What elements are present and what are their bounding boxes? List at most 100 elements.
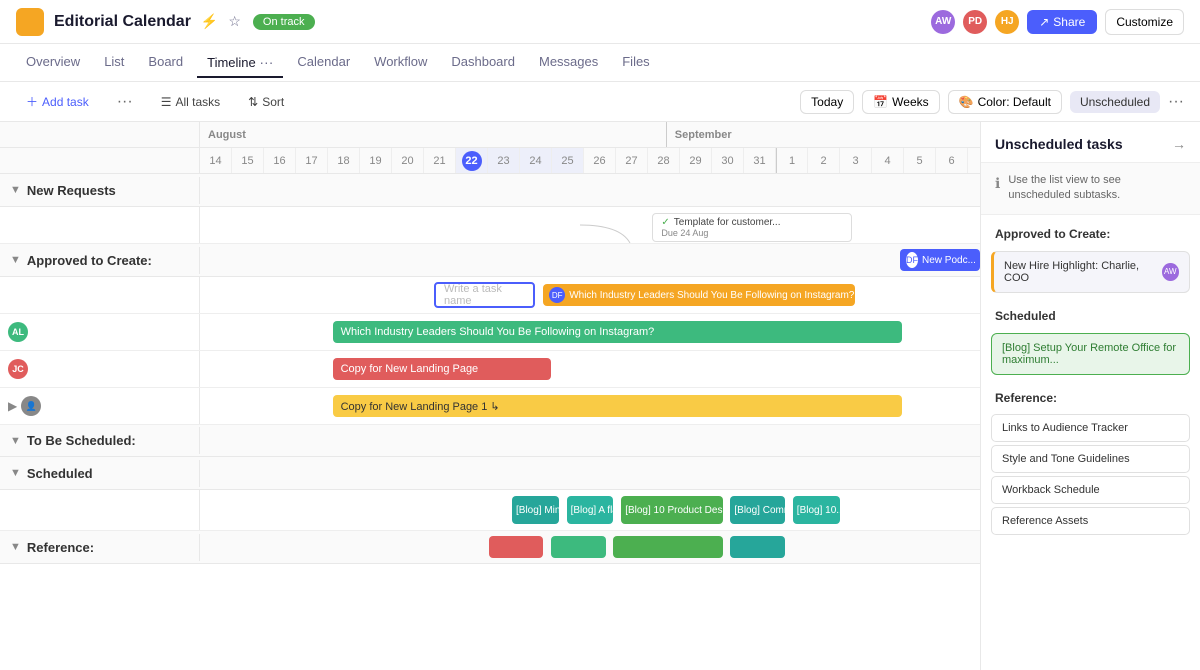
jc-avatar-label: JC xyxy=(8,359,28,379)
right-panel: Unscheduled tasks → ℹ Use the list view … xyxy=(980,122,1200,670)
new-hire-card-text: New Hire Highlight: Charlie, COO xyxy=(1004,260,1162,284)
new-podcast-bar[interactable]: DF New Podc... xyxy=(900,249,980,271)
day-cell-3: 3 xyxy=(840,148,872,173)
ref-bar-3 xyxy=(613,536,722,558)
nav-tabs: Overview List Board Timeline ··· Calenda… xyxy=(0,44,1200,82)
check-icon: ✓ xyxy=(661,217,669,228)
avatar-hj[interactable]: HJ xyxy=(995,10,1019,34)
to-be-scheduled-label: To Be Scheduled: xyxy=(27,433,136,448)
section-scheduled: ▼ Scheduled xyxy=(0,457,980,490)
panel-approved-card-1[interactable]: New Hire Highlight: Charlie, COO AW xyxy=(991,251,1190,293)
timeline-dots: ··· xyxy=(259,54,273,70)
panel-ref-style[interactable]: Style and Tone Guidelines xyxy=(991,445,1190,473)
template-canvas: ✓ Template for customer... Due 24 Aug xyxy=(200,207,980,243)
tab-messages[interactable]: Messages xyxy=(529,48,608,77)
instagram-task-green[interactable]: Which Industry Leaders Should You Be Fol… xyxy=(333,321,902,343)
blog-10-bar[interactable]: [Blog] 10... xyxy=(793,496,840,524)
chevron-scheduled[interactable]: ▼ xyxy=(10,467,21,479)
share-button[interactable]: ↗ Share xyxy=(1027,10,1097,34)
scheduled-tasks-row: [Blog] Mindf... [Blog] A flat... [Blog] … xyxy=(0,490,980,531)
calendar-icon: 📅 xyxy=(873,95,888,109)
show-options-icon[interactable]: ⚡ xyxy=(199,11,220,32)
unscheduled-button[interactable]: Unscheduled xyxy=(1070,91,1160,113)
panel-arrow-icon[interactable]: → xyxy=(1172,136,1186,152)
write-task-input[interactable]: Write a task name xyxy=(434,282,535,308)
day-cell-4: 4 xyxy=(872,148,904,173)
chevron-approved[interactable]: ▼ xyxy=(10,254,21,266)
tab-board[interactable]: Board xyxy=(138,48,193,77)
user-avatar-subtask: 👤 xyxy=(21,396,41,416)
sort-button[interactable]: ⇅ Sort xyxy=(238,91,294,113)
blog-flat-bar[interactable]: [Blog] A flat... xyxy=(567,496,614,524)
day-cell-17: 17 xyxy=(296,148,328,173)
ref-bar-4 xyxy=(730,536,785,558)
panel-reference-title: Reference: xyxy=(981,379,1200,411)
aw-avatar-panel: AW xyxy=(1162,263,1179,281)
today-button[interactable]: Today xyxy=(800,90,854,114)
approved-row-3: JC Copy for New Landing Page xyxy=(0,351,980,388)
more-options-button[interactable]: ··· xyxy=(1168,93,1184,111)
palette-icon: 🎨 xyxy=(959,95,974,109)
panel-scheduled-card-1[interactable]: [Blog] Setup Your Remote Office for maxi… xyxy=(991,333,1190,375)
customize-button[interactable]: Customize xyxy=(1105,9,1184,35)
blog-product-bar[interactable]: [Blog] 10 Product Design Innovation... xyxy=(621,496,722,524)
landing-page-subtask-bar[interactable]: Copy for New Landing Page 1 ↳ xyxy=(333,395,902,417)
panel-info: ℹ Use the list view to see unscheduled s… xyxy=(981,163,1200,215)
day-cell-6: 6 xyxy=(936,148,968,173)
avatar-aw[interactable]: AW xyxy=(931,10,955,34)
panel-ref-assets[interactable]: Reference Assets xyxy=(991,507,1190,535)
landing-page-task-red[interactable]: Copy for New Landing Page xyxy=(333,358,551,380)
approved-row-3-canvas: Copy for New Landing Page xyxy=(200,351,980,387)
chevron-new-requests[interactable]: ▼ xyxy=(10,184,21,196)
chevron-to-be-scheduled[interactable]: ▼ xyxy=(10,435,21,447)
color-button[interactable]: 🎨 Color: Default xyxy=(948,90,1062,114)
template-task-row: ✓ Template for customer... Due 24 Aug xyxy=(0,207,980,244)
all-tasks-button[interactable]: ☰ All tasks xyxy=(151,91,230,113)
star-icon[interactable]: ☆ xyxy=(226,11,243,32)
add-task-more-button[interactable]: ··· xyxy=(107,89,143,115)
scheduled-label: Scheduled xyxy=(27,466,93,481)
panel-title: Unscheduled tasks xyxy=(995,136,1123,152)
filter-icon: ☰ xyxy=(161,95,172,109)
instagram-task-orange[interactable]: DF Which Industry Leaders Should You Be … xyxy=(543,284,855,306)
day-cell-22: 22 xyxy=(456,148,488,173)
tab-overview[interactable]: Overview xyxy=(16,48,90,77)
day-cell-15: 15 xyxy=(232,148,264,173)
template-due-date: Due 24 Aug xyxy=(661,228,843,238)
chevron-reference[interactable]: ▼ xyxy=(10,541,21,553)
panel-ref-links[interactable]: Links to Audience Tracker xyxy=(991,414,1190,442)
new-requests-label: New Requests xyxy=(27,183,116,198)
tab-files[interactable]: Files xyxy=(612,48,659,77)
blog-comm-bar[interactable]: [Blog] Comm... xyxy=(730,496,785,524)
day-cell-29: 29 xyxy=(680,148,712,173)
day-cell-2: 2 xyxy=(808,148,840,173)
section-to-be-scheduled: ▼ To Be Scheduled: xyxy=(0,425,980,457)
blog-mindf-bar[interactable]: [Blog] Mindf... xyxy=(512,496,559,524)
add-task-button[interactable]: ＋ Add task xyxy=(16,89,99,114)
panel-ref-workback[interactable]: Workback Schedule xyxy=(991,476,1190,504)
al-avatar-label: AL xyxy=(8,322,28,342)
tab-list[interactable]: List xyxy=(94,48,134,77)
day-cell-24: 24 xyxy=(520,148,552,173)
expand-subtask-icon[interactable]: ▶ xyxy=(8,399,17,413)
tab-calendar[interactable]: Calendar xyxy=(287,48,360,77)
tab-dashboard[interactable]: Dashboard xyxy=(441,48,525,77)
approved-row-4: ▶ 👤 Copy for New Landing Page 1 ↳ xyxy=(0,388,980,425)
section-approved: ▼ Approved to Create: DF New Podc... xyxy=(0,244,980,277)
df-avatar-2: DF xyxy=(549,287,565,303)
day-cell-16: 16 xyxy=(264,148,296,173)
section-reference: ▼ Reference: xyxy=(0,531,980,564)
avatar-pd[interactable]: PD xyxy=(963,10,987,34)
approved-section-canvas: DF New Podc... xyxy=(200,244,980,276)
scheduled-tasks-canvas: [Blog] Mindf... [Blog] A flat... [Blog] … xyxy=(200,490,980,530)
tab-timeline[interactable]: Timeline ··· xyxy=(197,48,283,78)
section-new-requests: ▼ New Requests xyxy=(0,174,980,207)
day-header: 1415161718192021222324252627282930311234… xyxy=(200,148,980,173)
ref-bar-1 xyxy=(489,536,544,558)
template-task-card[interactable]: ✓ Template for customer... Due 24 Aug xyxy=(652,213,852,242)
weeks-button[interactable]: 📅 Weeks xyxy=(862,90,939,114)
approved-label: Approved to Create: xyxy=(27,253,152,268)
scheduled-section-canvas xyxy=(200,457,980,489)
tab-workflow[interactable]: Workflow xyxy=(364,48,437,77)
panel-scheduled-title: Scheduled xyxy=(981,297,1200,329)
